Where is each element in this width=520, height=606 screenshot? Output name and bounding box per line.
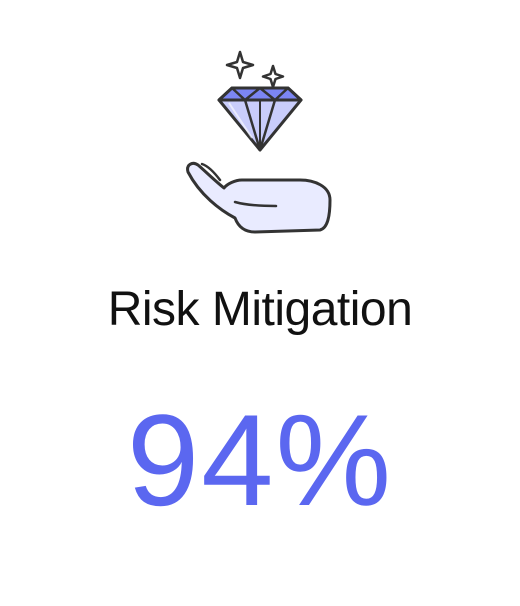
diamond-icon <box>217 86 303 152</box>
hand-holding-diamond-icon <box>186 50 332 234</box>
sparkle-icon <box>225 50 255 80</box>
metric-title: Risk Mitigation <box>107 283 413 336</box>
metric-value: 94% <box>126 387 394 533</box>
metric-card: Risk Mitigation 94% <box>0 0 520 606</box>
open-hand-icon <box>186 161 332 234</box>
sparkle-icon <box>261 64 285 89</box>
